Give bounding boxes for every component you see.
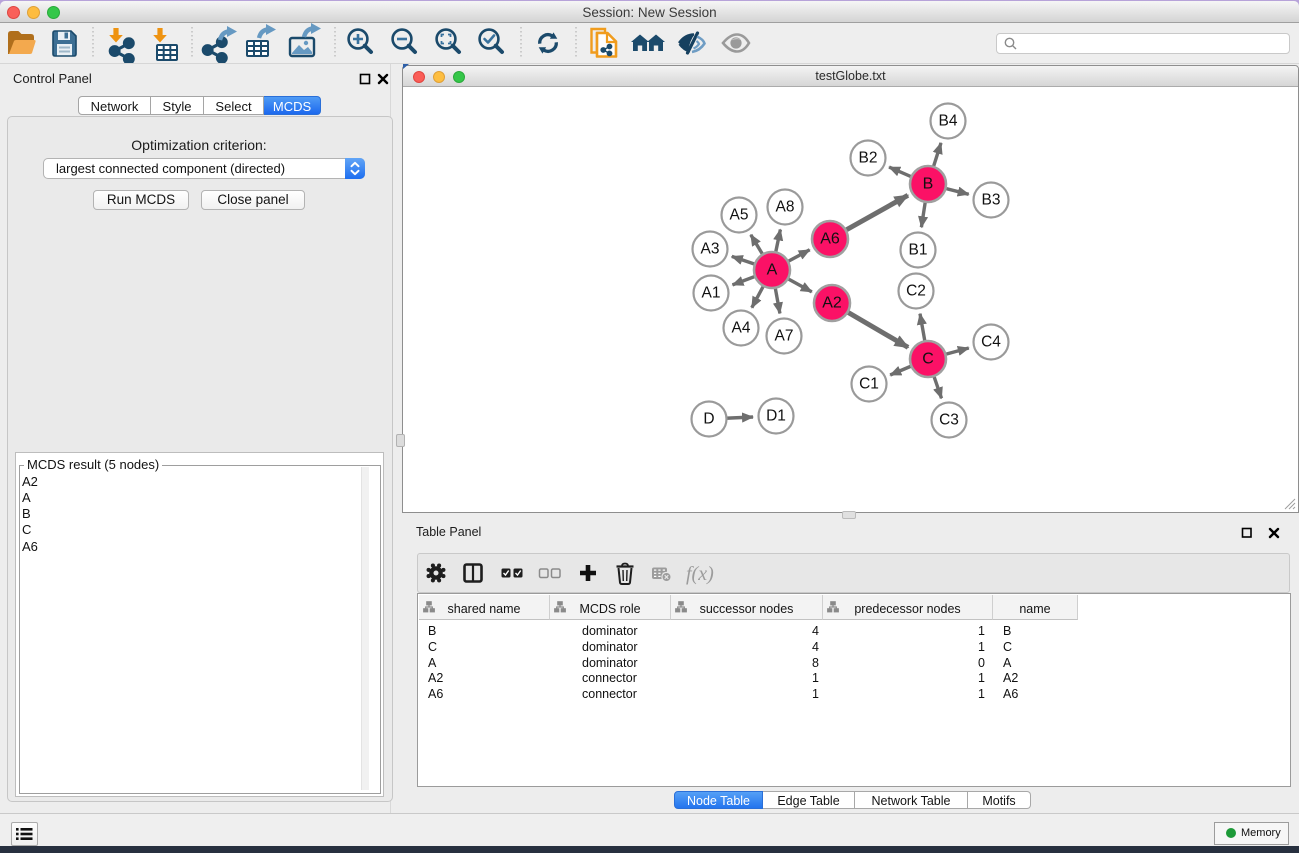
svg-text:B2: B2 xyxy=(859,150,878,167)
svg-text:A6: A6 xyxy=(820,231,840,248)
svg-text:D1: D1 xyxy=(766,408,786,425)
svg-text:B1: B1 xyxy=(909,242,928,259)
svg-text:A2: A2 xyxy=(822,295,842,312)
svg-text:A3: A3 xyxy=(701,241,720,258)
svg-text:D: D xyxy=(703,411,714,428)
svg-text:A4: A4 xyxy=(732,320,751,337)
svg-text:A5: A5 xyxy=(730,207,749,224)
svg-text:C3: C3 xyxy=(939,412,959,429)
svg-text:A: A xyxy=(767,262,778,279)
svg-text:A1: A1 xyxy=(702,285,721,302)
svg-text:C2: C2 xyxy=(906,283,926,300)
svg-text:B4: B4 xyxy=(939,113,958,130)
svg-text:C: C xyxy=(922,351,934,368)
svg-text:A8: A8 xyxy=(776,199,795,216)
svg-text:A7: A7 xyxy=(775,328,794,345)
svg-text:B: B xyxy=(923,176,934,193)
svg-text:C1: C1 xyxy=(859,376,879,393)
svg-text:B3: B3 xyxy=(982,192,1001,209)
svg-text:C4: C4 xyxy=(981,334,1001,351)
svg-text:f(x): f(x) xyxy=(686,563,714,585)
